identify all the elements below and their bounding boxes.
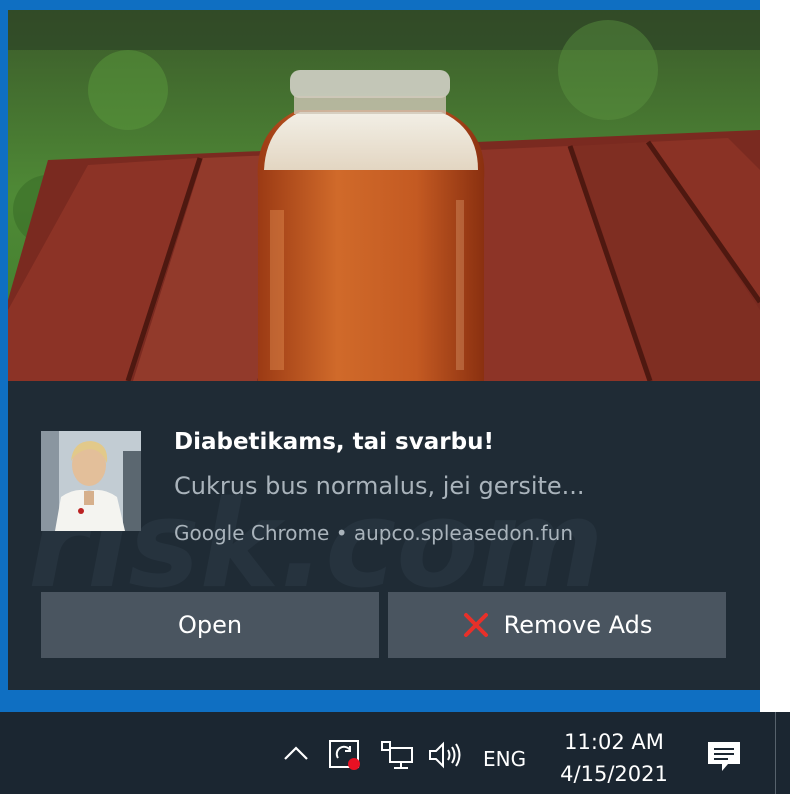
remove-ads-button[interactable]: Remove Ads (388, 592, 726, 658)
notification-title: Diabetikams, tai svarbu! (174, 429, 494, 455)
notification-body: Cukrus bus normalus, jei gersite... (174, 472, 585, 500)
notification-hero-image[interactable] (8, 10, 760, 381)
volume-icon[interactable] (427, 740, 463, 770)
show-desktop-divider[interactable] (775, 712, 776, 794)
remove-ads-button-label: Remove Ads (503, 611, 653, 639)
taskbar: ENG 11:02 AM 4/15/2021 (0, 712, 790, 794)
open-button[interactable]: Open (41, 592, 379, 658)
sync-alert-icon[interactable] (328, 738, 364, 772)
clock-date: 4/15/2021 (560, 762, 668, 786)
network-icon[interactable] (378, 740, 414, 770)
notification-thumbnail (41, 431, 141, 531)
open-button-label: Open (177, 611, 243, 639)
toast-notification[interactable]: risk.com Diabetikams, tai svarbu! Cukrus… (8, 10, 760, 690)
clock-time: 11:02 AM (564, 730, 664, 754)
action-center-icon[interactable] (706, 740, 742, 772)
notification-source: Google Chrome • aupco.spleasedon.fun (174, 521, 574, 545)
language-indicator[interactable]: ENG (483, 747, 526, 771)
chevron-up-icon[interactable] (282, 744, 310, 762)
clock[interactable]: 11:02 AM 4/15/2021 (553, 726, 675, 790)
desktop-edge (760, 0, 790, 712)
red-x-icon (463, 613, 488, 637)
